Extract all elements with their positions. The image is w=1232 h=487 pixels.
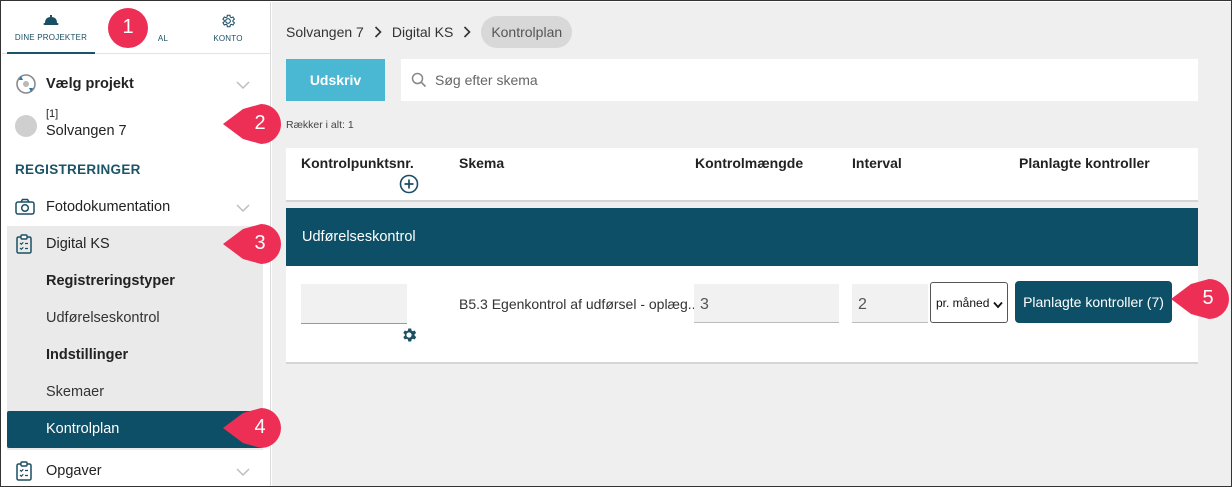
choose-project[interactable]: Vælg projekt [2, 66, 270, 102]
main-content: Solvangen 7 Digital KS Kontrolplan Udskr… [272, 2, 1231, 486]
skema-cell[interactable]: B5.3 Egenkontrol af udførsel - oplæg... [459, 296, 699, 312]
table-header: Kontrolpunktsnr. Skema Kontrolmængde Int… [286, 148, 1198, 202]
gear-icon [220, 13, 236, 29]
sidebar-item-label: Opgaver [46, 463, 102, 479]
avatar [15, 115, 37, 137]
group-title: Udførelseskontrol [302, 229, 416, 245]
app-window: DINE PROJEKTER AL KONTO Vælg projekt [1]… [0, 0, 1232, 487]
clipboard-icon [15, 234, 33, 254]
chevron-down-icon [993, 298, 1003, 312]
column-header[interactable]: Planlagte kontroller [1019, 155, 1150, 171]
chevron-down-icon [236, 465, 250, 481]
column-header[interactable]: Interval [852, 155, 902, 171]
tab-label: DINE PROJEKTER [14, 33, 88, 42]
callout-marker: 5 [1169, 278, 1229, 320]
column-header[interactable]: Skema [459, 155, 504, 171]
callout-number: 3 [254, 232, 266, 254]
chevron-down-icon [236, 201, 250, 217]
sidebar-item-fotodokumentation[interactable]: Fotodokumentation [2, 192, 270, 222]
chevron-right-icon [463, 26, 471, 38]
print-button[interactable]: Udskriv [286, 59, 385, 101]
column-header[interactable]: Kontrolpunktsnr. [301, 155, 414, 171]
kontrolmaengde-input[interactable]: 3 [694, 284, 839, 323]
sidebar-subitem-udforelseskontrol[interactable]: Udførelseskontrol [46, 310, 160, 326]
clipboard-icon [15, 461, 33, 481]
callout-number: 4 [254, 416, 266, 438]
chevron-right-icon [374, 26, 382, 38]
search-icon [411, 72, 427, 93]
callout-marker: 4 [221, 407, 281, 449]
sidebar-subitem-registreringstyper[interactable]: Registreringstyper [46, 273, 175, 289]
breadcrumb-item[interactable]: Digital KS [392, 24, 453, 40]
callout-number: 2 [254, 112, 266, 134]
choose-project-label: Vælg projekt [46, 76, 134, 92]
search-box [401, 59, 1198, 101]
sidebar-item-label: Kontrolplan [46, 421, 120, 437]
camera-icon [15, 198, 35, 216]
tab-label: KONTO [213, 34, 243, 43]
breadcrumb-item[interactable]: Solvangen 7 [286, 24, 364, 40]
interval-unit-value: pr. måned [936, 295, 990, 310]
column-header[interactable]: Kontrolmængde [695, 155, 803, 171]
callout-marker: 3 [221, 223, 281, 265]
table-row: B5.3 Egenkontrol af udførsel - oplæg... … [286, 266, 1198, 364]
add-circle-icon[interactable] [399, 174, 419, 199]
sidebar-item-opgaver[interactable]: Opgaver [2, 456, 270, 486]
planned-controls-button[interactable]: Planlagte kontroller (7) [1015, 281, 1172, 323]
callout-number: 1 [122, 16, 134, 38]
chevron-down-icon [236, 78, 250, 94]
breadcrumb-current: Kontrolplan [481, 16, 573, 48]
callout-marker: 2 [221, 103, 281, 145]
interval-input[interactable]: 2 [852, 284, 928, 323]
tab-konto[interactable]: KONTO [184, 2, 272, 54]
sidebar-item-label: Digital KS [46, 236, 110, 252]
project-number: [1] [46, 108, 59, 120]
sidebar-item-label: Fotodokumentation [46, 199, 171, 215]
sync-icon [15, 73, 37, 95]
callout-number: 5 [1202, 287, 1214, 309]
callout-marker: 1 [101, 7, 151, 49]
tab-label: AL [157, 34, 169, 43]
gear-icon[interactable] [400, 326, 418, 349]
row-count: Rækker i alt: 1 [286, 119, 354, 131]
sidebar-subitem-skemaer[interactable]: Skemaer [46, 384, 104, 400]
interval-unit-select[interactable]: pr. måned [930, 282, 1008, 323]
search-input[interactable] [435, 69, 1175, 91]
section-title: REGISTRERINGER [15, 162, 141, 177]
tab-dine-projekter[interactable]: DINE PROJEKTER [7, 2, 95, 54]
breadcrumb: Solvangen 7 Digital KS Kontrolplan [286, 16, 573, 48]
hard-hat-icon [43, 12, 59, 28]
project-name: Solvangen 7 [46, 123, 127, 139]
group-header: Udførelseskontrol [286, 208, 1198, 266]
kontrolpunkt-input[interactable] [301, 284, 407, 324]
sidebar-subitem-indstillinger[interactable]: Indstillinger [46, 347, 128, 363]
